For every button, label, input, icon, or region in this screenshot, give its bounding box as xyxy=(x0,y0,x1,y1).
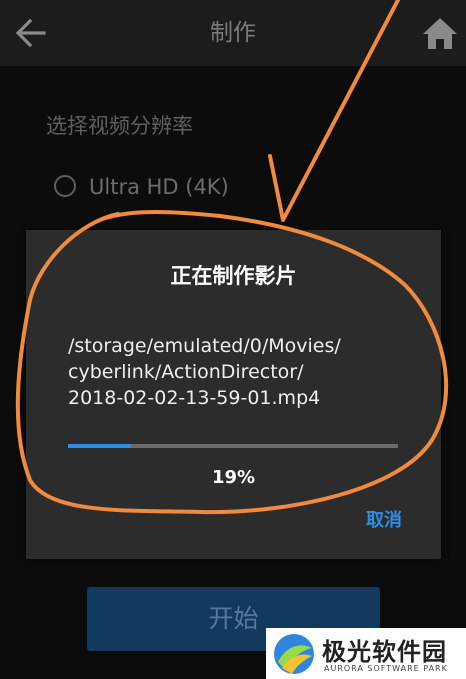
aurora-logo-icon xyxy=(274,634,314,674)
cancel-button[interactable]: 取消 xyxy=(366,506,402,532)
top-bar: 制作 xyxy=(0,0,466,66)
file-path-line: 2018-02-02-13-59-01.mp4 xyxy=(68,387,321,409)
home-button[interactable] xyxy=(420,14,460,52)
progress-bar xyxy=(68,444,398,448)
radio-option-label: Ultra HD (4K) xyxy=(89,175,229,199)
home-icon xyxy=(423,18,457,49)
page-title: 制作 xyxy=(210,20,256,46)
progress-percent: 19% xyxy=(211,467,256,488)
radio-circle-icon[interactable] xyxy=(54,175,76,197)
watermark: 极光软件园 AURORA SOFTWARE PARK xyxy=(266,628,466,679)
file-path-line: /storage/emulated/0/Movies/ xyxy=(68,335,341,357)
resolution-label: 选择视频分辨率 xyxy=(46,114,193,138)
progress-dialog: 正在制作影片 /storage/emulated/0/Movies/ cyber… xyxy=(26,230,441,559)
dialog-title: 正在制作影片 xyxy=(170,264,297,288)
watermark-name: 极光软件园 xyxy=(322,638,447,666)
file-path-line: cyberlink/ActionDirector/ xyxy=(68,361,304,383)
progress-bar-fill xyxy=(68,444,131,448)
watermark-subtitle: AURORA SOFTWARE PARK xyxy=(324,664,448,673)
